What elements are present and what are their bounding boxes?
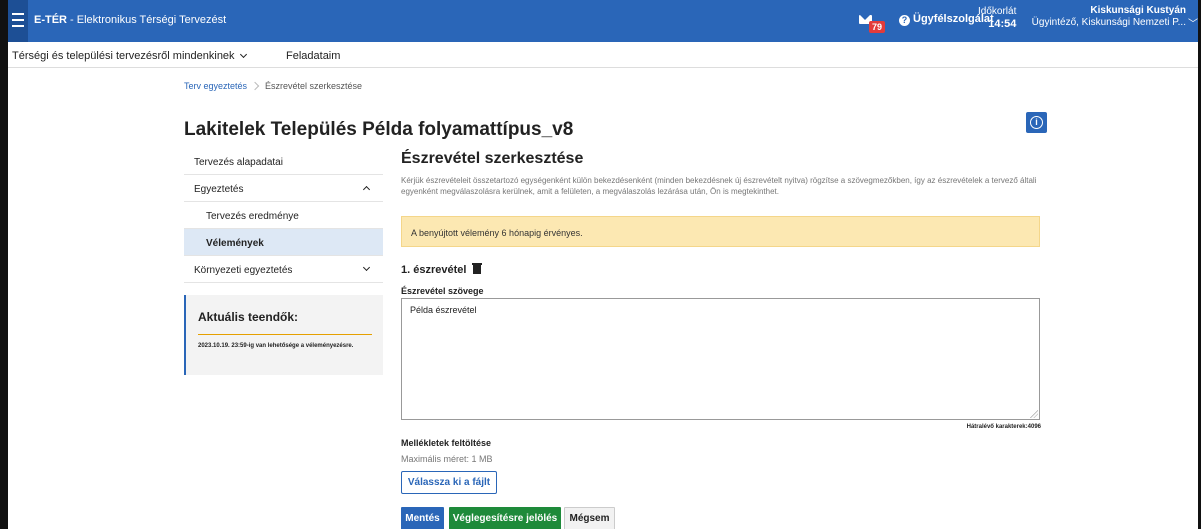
upload-label: Mellékletek feltöltése (401, 438, 492, 448)
observation-text-value: Példa észrevétel (410, 305, 477, 315)
current-tasks-text: 2023.10.19. 23:59-ig van lehetősége a vé… (198, 343, 354, 349)
messages-button[interactable]: 79 (859, 12, 889, 33)
current-tasks-title: Aktuális teendők: (198, 310, 299, 324)
sidebar-item-opinions[interactable]: Vélemények (184, 229, 383, 256)
current-tasks-panel: Aktuális teendők: 2023.10.19. 23:59-ig v… (184, 295, 383, 375)
user-role: Ügyintéző, Kiskunsági Nemzeti P... (1031, 17, 1186, 28)
menu-icon[interactable] (8, 0, 28, 42)
chevron-down-icon[interactable]: ﹀ (1188, 15, 1198, 30)
validity-alert: A benyújtott vélemény 6 hónapig érvényes… (401, 216, 1040, 247)
brand-name: E-TÉR (34, 14, 67, 26)
message-count-badge: 79 (869, 21, 886, 33)
sidebar-item-basic-data[interactable]: Tervezés alapadatai (184, 148, 383, 175)
user-menu[interactable]: Kiskunsági Kustyán Ügyintéző, Kiskunsági… (1032, 5, 1186, 29)
sidebar: Tervezés alapadatai Egyeztetés Tervezés … (184, 148, 383, 283)
nav-item-planning[interactable]: Térségi és települési tervezésről minden… (12, 50, 247, 62)
upload-hint: Maximális méret: 1 MB (401, 454, 493, 464)
resize-handle-icon[interactable] (1030, 410, 1038, 418)
session-timer: Időkorlát 14:54 (978, 6, 1016, 30)
choose-file-button[interactable]: Válassza ki a fájlt (401, 471, 497, 494)
chevron-down-icon (239, 50, 247, 59)
chevron-down-icon (362, 263, 371, 272)
sidebar-item-environmental[interactable]: Környezeti egyeztetés (184, 256, 383, 283)
nav-item-label: Feladataim (286, 50, 341, 62)
observation-textarea[interactable]: Példa észrevétel (401, 298, 1040, 420)
timelimit-value: 14:54 (988, 18, 1017, 30)
nav-item-tasks[interactable]: Feladataim (286, 50, 340, 62)
intro-text: Kérjük észrevételeit összetartozó egység… (401, 176, 1037, 196)
question-icon: ? (899, 15, 910, 26)
sidebar-item-label: Környezeti egyeztetés (194, 265, 293, 276)
breadcrumb-link-plan[interactable]: Terv egyeztetés (184, 81, 247, 91)
observation-title: 1. észrevétel (401, 263, 483, 276)
sidebar-item-planning-result[interactable]: Tervezés eredménye (184, 202, 383, 229)
info-button[interactable]: i (1026, 112, 1047, 133)
chevron-right-icon (250, 81, 260, 91)
observation-text-label: Észrevétel szövege (401, 286, 484, 296)
app-title[interactable]: E-TÉR - Elektronikus Térségi Tervezést (34, 14, 226, 26)
sidebar-item-label: Vélemények (206, 238, 264, 249)
sidebar-item-label: Tervezés eredménye (206, 211, 299, 222)
trash-icon[interactable] (472, 263, 483, 274)
divider (198, 334, 372, 335)
main-nav: Térségi és települési tervezésről minden… (8, 42, 1198, 68)
chevron-up-icon (362, 185, 371, 194)
breadcrumb: Terv egyeztetés Észrevétel szerkesztése (184, 81, 362, 91)
window-frame-left (0, 0, 8, 529)
timelimit-label: Időkorlát (978, 6, 1017, 17)
remaining-characters: Hátralévő karakterek:4096 (966, 424, 1041, 430)
main-content: Észrevétel szerkesztése Kérjük észrevéte… (401, 148, 1041, 529)
sidebar-item-label: Egyeztetés (194, 184, 244, 195)
finalize-button[interactable]: Véglegesítésre jelölés (449, 507, 561, 529)
user-name: Kiskunsági Kustyán (1090, 5, 1186, 16)
top-bar: E-TÉR - Elektronikus Térségi Tervezést 7… (8, 0, 1198, 42)
save-button[interactable]: Mentés (401, 507, 444, 529)
sidebar-item-consultation[interactable]: Egyeztetés (184, 175, 383, 202)
app-subtitle: - Elektronikus Térségi Tervezést (67, 14, 227, 26)
breadcrumb-current: Észrevétel szerkesztése (265, 81, 363, 91)
cancel-button[interactable]: Mégsem (564, 507, 615, 529)
section-heading: Észrevétel szerkesztése (401, 150, 584, 167)
info-icon: i (1030, 116, 1043, 129)
sidebar-item-label: Tervezés alapadatai (194, 157, 283, 168)
nav-item-label: Térségi és települési tervezésről minden… (12, 50, 235, 62)
page-title: Lakitelek Település Példa folyamattípus_… (184, 119, 574, 140)
observation-title-label: 1. észrevétel (401, 264, 467, 276)
